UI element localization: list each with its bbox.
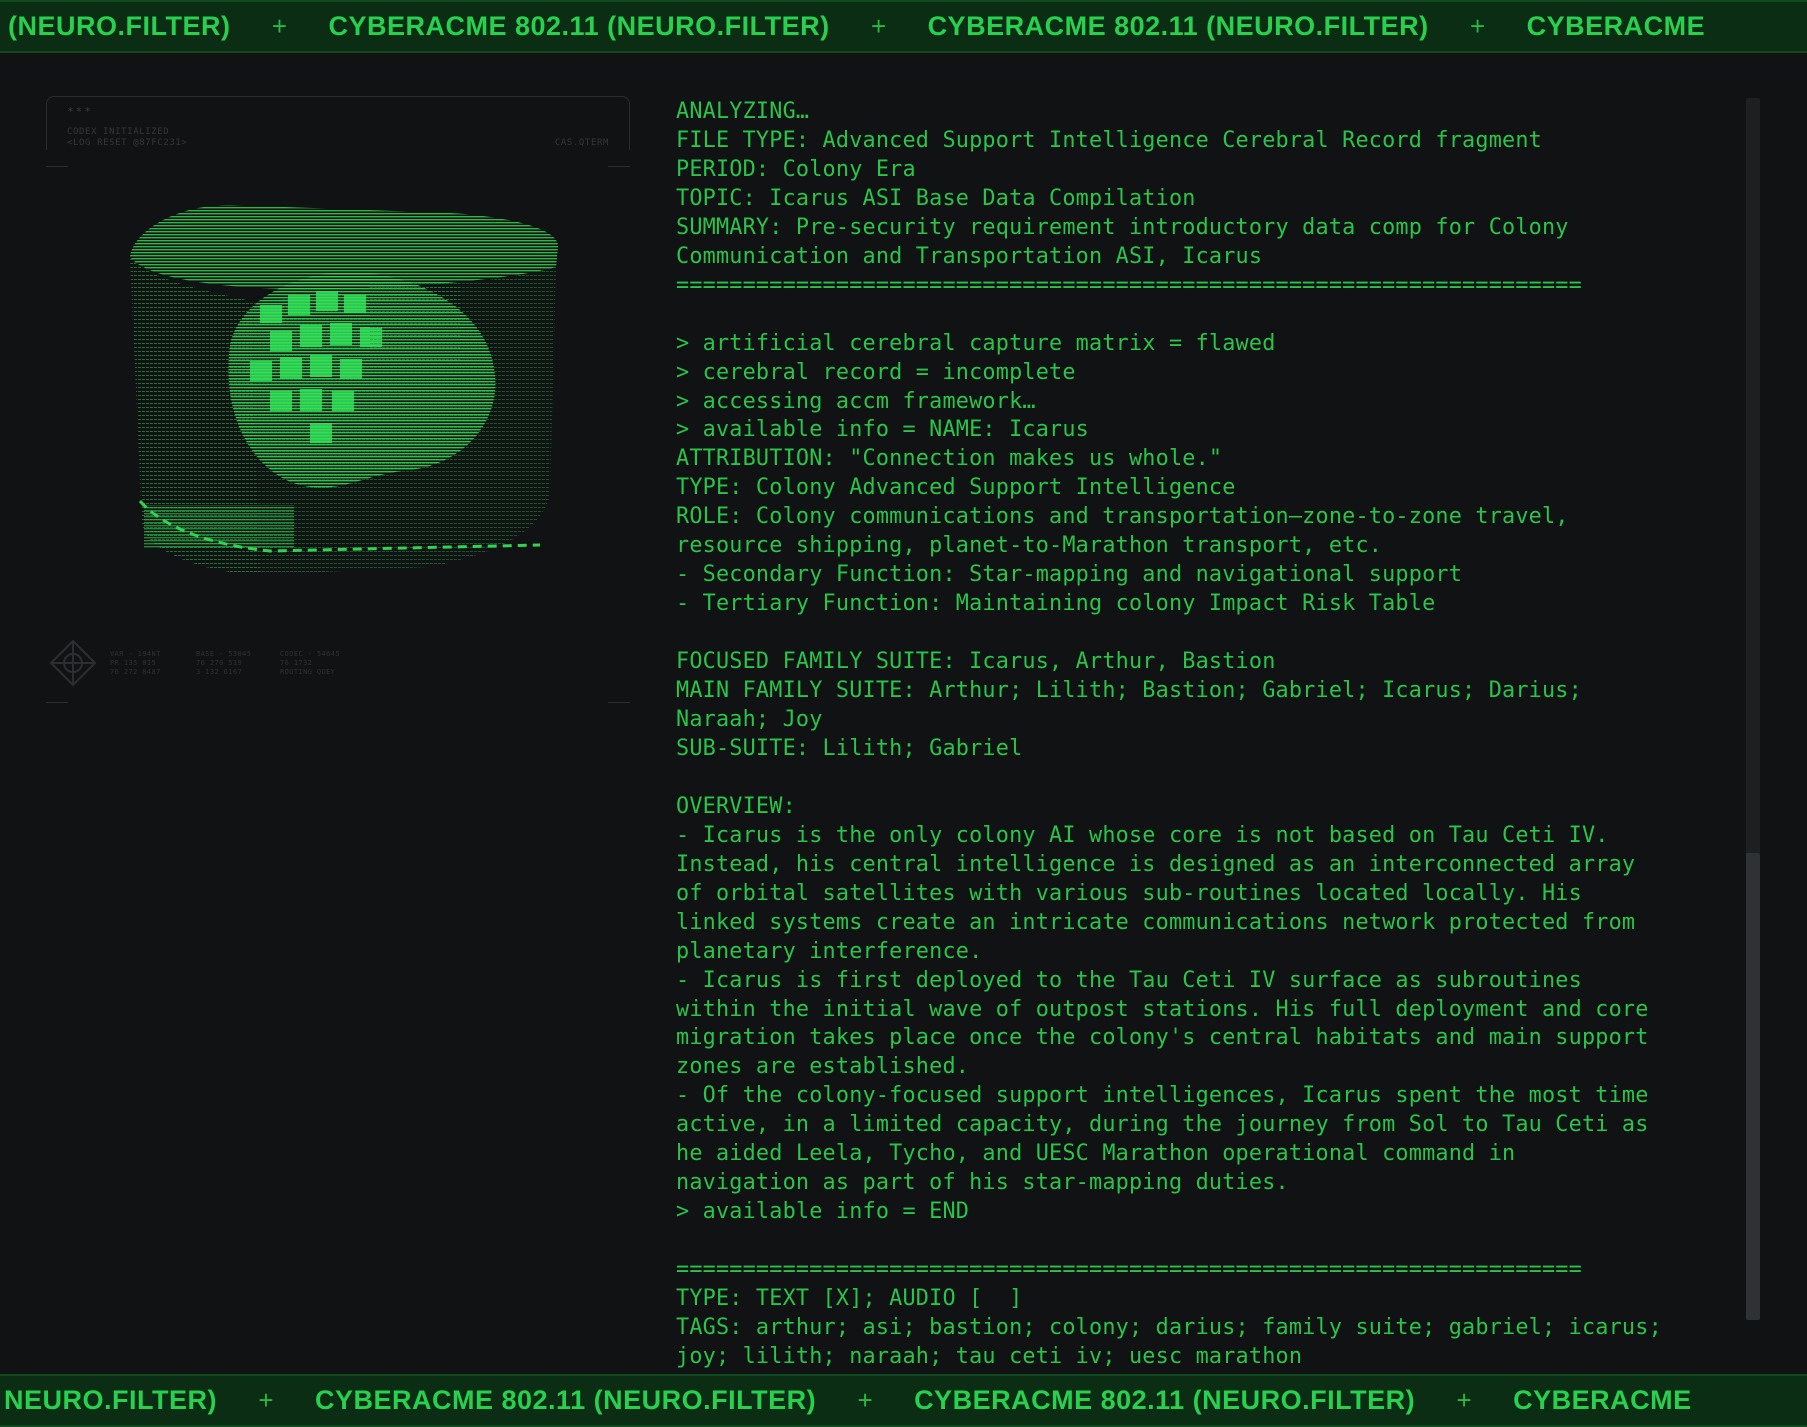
record-line: > artificial cerebral capture matrix = f… <box>676 330 1276 356</box>
record-line: he aided Leela, Tycho, and UESC Marathon… <box>676 1141 1516 1167</box>
record-line: > accessing accm framework… <box>676 388 1036 414</box>
record-line: MAIN FAMILY SUITE: Arthur; Lilith; Basti… <box>676 678 1582 704</box>
record-line: ATTRIBUTION: "Connection makes us whole.… <box>676 446 1223 472</box>
record-line <box>676 619 1726 648</box>
holographic-brain-cube-image <box>130 205 559 575</box>
record-line: TOPIC: Icarus ASI Base Data Compilation <box>676 185 1196 211</box>
scrollbar-thumb[interactable] <box>1746 853 1760 1320</box>
ticker-separator: + <box>271 11 288 41</box>
bottom-ticker-bar: NEURO.FILTER) + CYBERACME 802.11 (NEURO.… <box>0 1374 1807 1427</box>
record-line: of orbital satellites with various sub-r… <box>676 880 1582 906</box>
record-line: ROLE: Colony communications and transpor… <box>676 504 1569 530</box>
record-line: ANALYZING… <box>676 99 810 124</box>
record-line: TAGS: arthur; asi; bastion; colony; dari… <box>676 1314 1662 1340</box>
top-ticker-bar: (NEURO.FILTER) + CYBERACME 802.11 (NEURO… <box>0 0 1807 53</box>
record-line: OVERVIEW: <box>676 793 796 819</box>
stat-block: CODEC - 54645 76 1732 ROUTING QUEY <box>280 650 340 677</box>
record-line: FOCUSED FAMILY SUITE: Icarus, Arthur, Ba… <box>676 649 1276 675</box>
frame-corner-mark <box>608 702 630 703</box>
frame-corner-mark <box>46 166 68 167</box>
frame-terminal-id: CAS.QTERM <box>554 138 609 148</box>
stat-line: 76 272 8487 <box>110 668 161 676</box>
ticker-text: NEURO.FILTER) <box>4 1385 217 1415</box>
record-line: FILE TYPE: Advanced Support Intelligence… <box>676 127 1542 153</box>
record-line <box>676 301 1726 330</box>
record-line: linked systems create an intricate commu… <box>676 909 1636 935</box>
record-line: SUMMARY: Pre-security requirement introd… <box>676 214 1569 240</box>
record-line: Instead, his central intelligence is des… <box>676 851 1636 877</box>
record-line: PERIOD: Colony Era <box>676 156 916 182</box>
ticker-separator: + <box>1456 1385 1472 1415</box>
emblem-icon <box>49 639 97 687</box>
record-line: resource shipping, planet-to-Marathon tr… <box>676 533 1383 559</box>
cerebral-record-text[interactable]: ANALYZING… FILE TYPE: Advanced Support In… <box>676 98 1726 1374</box>
record-line: active, in a limited capacity, during th… <box>676 1112 1649 1138</box>
codex-frame: *** CODEX INITIALIZED <LOG RESET @87FC23… <box>46 96 630 150</box>
stat-block: BASE - 53045 76 270 519 3 132 6167 <box>196 650 251 677</box>
record-line <box>676 1227 1726 1256</box>
stat-line: ROUTING QUEY <box>280 668 336 676</box>
record-line <box>676 764 1726 793</box>
ticker-separator: + <box>857 1385 873 1415</box>
ticker-separator: + <box>870 11 887 41</box>
record-line: - Of the colony-focused support intellig… <box>676 1083 1649 1109</box>
record-line: zones are established. <box>676 1054 970 1080</box>
frame-corner-mark <box>608 166 630 167</box>
frame-status-line: CODEX INITIALIZED <box>67 127 170 137</box>
stat-line: 3 132 6167 <box>196 668 243 676</box>
record-line: SUB-SUITE: Lilith; Gabriel <box>676 735 1023 761</box>
record-line: - Icarus is first deployed to the Tau Ce… <box>676 967 1582 993</box>
ticker-separator: + <box>1470 11 1486 41</box>
stat-line: BASE - 53045 <box>196 650 252 658</box>
frame-dots: *** <box>67 105 93 118</box>
record-line: - Secondary Function: Star-mapping and n… <box>676 562 1463 588</box>
record-line: planetary interference. <box>676 938 983 964</box>
ticker-text: CYBERACME <box>1526 11 1706 41</box>
record-line: within the initial wave of outpost stati… <box>676 996 1649 1022</box>
stat-line: 76 270 519 <box>196 659 243 667</box>
record-line: > cerebral record = incomplete <box>676 359 1076 385</box>
record-line: - Tertiary Function: Maintaining colony … <box>676 591 1436 617</box>
stat-line: VAR - 194NT <box>110 650 161 658</box>
record-line: Communication and Transportation ASI, Ic… <box>676 243 1263 269</box>
record-line: > available info = NAME: Icarus <box>676 417 1090 443</box>
ticker-text: CYBERACME 802.11 (NEURO.FILTER) <box>927 11 1429 41</box>
record-line: - Icarus is the only colony AI whose cor… <box>676 822 1609 848</box>
stat-line: CODEC - 54645 <box>280 650 340 658</box>
frame-log-line: <LOG RESET @87FC231> <box>67 138 188 148</box>
ticker-text: (NEURO.FILTER) <box>8 11 231 41</box>
record-line: ========================================… <box>676 272 1582 298</box>
record-line: migration takes place once the colony's … <box>676 1025 1649 1051</box>
ticker-text: CYBERACME <box>1513 1385 1692 1415</box>
record-line: Naraah; Joy <box>676 706 823 732</box>
stat-block: VAR - 194NT PR 135 815 76 272 8487 <box>110 650 161 677</box>
ticker-text: CYBERACME 802.11 (NEURO.FILTER) <box>314 1385 817 1415</box>
record-line: navigation as part of his star-mapping d… <box>676 1170 1289 1196</box>
ticker-separator: + <box>258 1385 274 1415</box>
record-line: > available info = END <box>676 1199 970 1225</box>
frame-corner-mark <box>46 702 68 703</box>
stat-line: PR 135 815 <box>110 659 157 667</box>
ticker-text: CYBERACME 802.11 (NEURO.FILTER) <box>328 11 830 41</box>
scrollbar-track[interactable] <box>1746 98 1760 1320</box>
record-line: TYPE: TEXT [X]; AUDIO [ ] <box>676 1286 1023 1312</box>
record-line: TYPE: Colony Advanced Support Intelligen… <box>676 475 1236 501</box>
stat-line: 76 1732 <box>280 659 313 667</box>
record-line: joy; lilith; naraah; tau ceti iv; uesc m… <box>676 1343 1303 1369</box>
record-line: ========================================… <box>676 1257 1582 1283</box>
ticker-text: CYBERACME 802.11 (NEURO.FILTER) <box>914 1385 1416 1415</box>
